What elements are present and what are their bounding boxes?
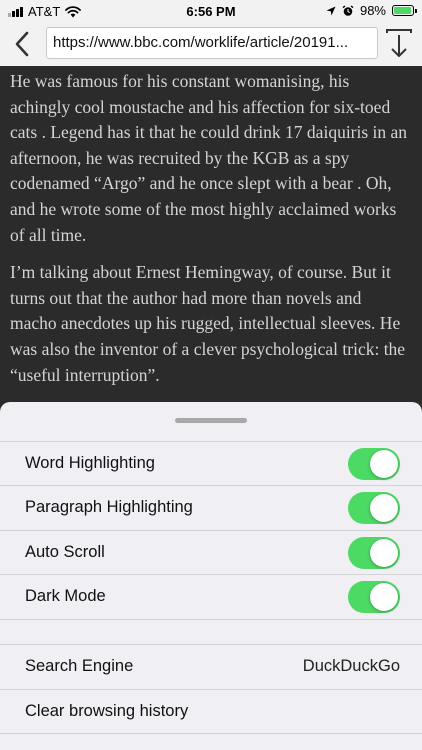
- chevron-left-icon: [15, 31, 29, 57]
- setting-dark-mode: Dark Mode: [0, 574, 422, 618]
- section-spacer: [0, 619, 422, 645]
- setting-word-highlighting: Word Highlighting: [0, 441, 422, 485]
- download-icon: [386, 29, 412, 57]
- article-paragraph: He was famous for his constant womanisin…: [10, 71, 408, 245]
- setting-label: Dark Mode: [25, 587, 106, 605]
- setting-search-engine[interactable]: Search Engine DuckDuckGo: [0, 644, 422, 688]
- settings-sheet: Word Highlighting Paragraph Highlighting…: [0, 402, 422, 750]
- sheet-grabber[interactable]: [175, 418, 247, 423]
- dark-mode-toggle[interactable]: [348, 580, 400, 613]
- download-button[interactable]: [384, 27, 414, 61]
- setting-paragraph-highlighting: Paragraph Highlighting: [0, 485, 422, 529]
- url-field[interactable]: https://www.bbc.com/worklife/article/201…: [46, 27, 378, 59]
- battery-icon: [392, 5, 417, 16]
- browser-toolbar: https://www.bbc.com/worklife/article/201…: [0, 22, 422, 66]
- setting-label: Clear browsing history: [25, 702, 189, 720]
- word-highlighting-toggle[interactable]: [348, 447, 400, 480]
- alarm-clock-icon: [342, 4, 354, 16]
- battery-percent: 98%: [359, 3, 386, 18]
- status-right: 98%: [326, 3, 417, 18]
- setting-label: Search Engine: [25, 657, 134, 675]
- clear-browsing-history-button[interactable]: Clear browsing history: [0, 689, 422, 733]
- auto-scroll-toggle[interactable]: [348, 536, 400, 569]
- article-body: He was famous for his constant womanisin…: [0, 66, 422, 406]
- setting-label: Paragraph Highlighting: [25, 498, 193, 516]
- location-arrow-icon: [326, 6, 336, 15]
- bottom-divider: [0, 733, 422, 750]
- setting-label: Auto Scroll: [25, 543, 105, 561]
- back-button[interactable]: [8, 26, 38, 62]
- status-bar: AT&T 6:56 PM 98%: [0, 0, 422, 22]
- paragraph-highlighting-toggle[interactable]: [348, 491, 400, 524]
- article-paragraph: I’m talking about Ernest Hemingway, of c…: [10, 262, 406, 385]
- setting-auto-scroll: Auto Scroll: [0, 530, 422, 574]
- search-engine-value: DuckDuckGo: [302, 657, 400, 675]
- setting-label: Word Highlighting: [25, 454, 155, 472]
